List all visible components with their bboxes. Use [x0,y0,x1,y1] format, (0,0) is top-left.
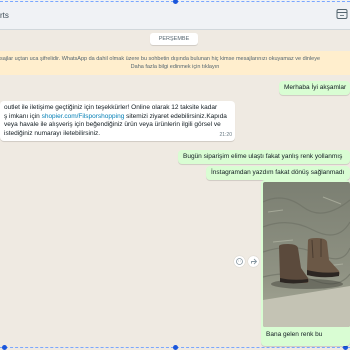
emoji-icon [236,258,243,265]
side-panel-icon[interactable] [336,8,348,20]
message-time: 21:20 [219,131,232,138]
message-text: ş imkanı için shopier.com/Filsporshoppin… [4,113,231,122]
message-text-part: sitemizi ziyaret edebilirsiniz.Kapıda [124,112,227,120]
encryption-notice-text: sajlar uçtan uca şifrelidir. WhatsApp da… [0,56,321,62]
boots-photo[interactable] [263,182,350,327]
message-text: Merhaba İyi akşamlar [284,84,347,91]
chat-area: PERŞEMBE sajlar uçtan uca şifrelidir. Wh… [0,30,350,348]
image-caption: Bana gelen renk bu [266,331,323,338]
incoming-message[interactable]: outlet ile iletişime geçtiğiniz için teş… [0,101,235,141]
message-text: İnstagramdan yazdım fakat dönüş sağlanma… [211,169,345,176]
encryption-notice[interactable]: sajlar uçtan uca şifrelidir. WhatsApp da… [0,51,350,75]
forward-icon [251,258,258,265]
message-text: veya havale ile alışveriş için beğendiği… [4,121,221,128]
outgoing-message[interactable]: Bugün siparişim elime ulaştı fakat yanlı… [178,150,350,164]
message-options-button[interactable] [234,256,245,267]
message-text: istediğiniz numarayı iletebilirsiniz. [4,129,101,137]
outgoing-image-message[interactable]: Bana gelen renk bu [261,180,350,346]
shop-link[interactable]: shopier.com/Filsporshopping [42,113,125,120]
boots-image [263,182,350,327]
outgoing-message[interactable]: İnstagramdan yazdım fakat dönüş sağlanma… [206,166,350,180]
contact-name[interactable]: rts [0,11,9,20]
date-chip: PERŞEMBE [150,33,198,45]
message-text: outlet ile iletişime geçtiğiniz için teş… [4,104,218,111]
outgoing-message[interactable]: Merhaba İyi akşamlar [279,81,350,95]
learn-more-link[interactable]: Daha fazla bilgi edinmek için tıklayın [131,64,220,70]
message-text-part: ş imkanı için [4,112,42,120]
forward-button[interactable] [248,256,259,267]
message-text: Bugün siparişim elime ulaştı fakat yanlı… [183,153,343,160]
chat-header: rts [0,0,350,30]
